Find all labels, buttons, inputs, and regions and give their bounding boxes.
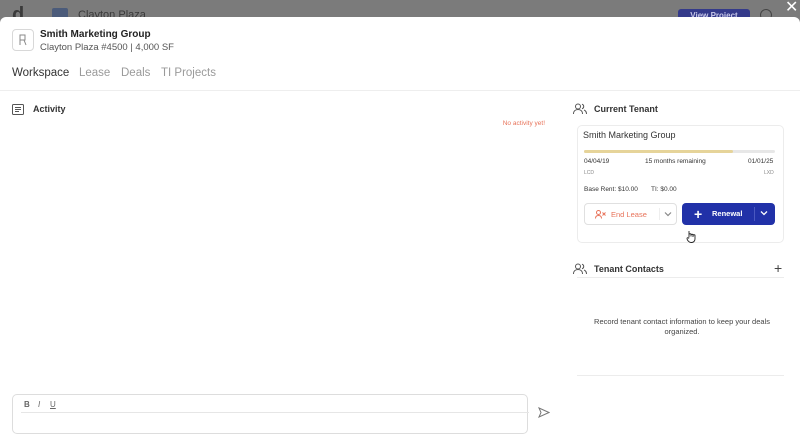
end-lease-divider	[659, 208, 660, 220]
renewal-divider	[754, 207, 755, 221]
underline-button[interactable]: U	[50, 400, 56, 409]
base-rent: Base Rent: $10.00	[584, 186, 638, 193]
add-contact-button[interactable]: +	[774, 261, 782, 275]
tabs-divider	[0, 90, 800, 91]
renewal-label: Renewal	[712, 209, 743, 218]
tab-lease[interactable]: Lease	[79, 67, 110, 79]
contacts-empty-message: Record tenant contact information to kee…	[594, 317, 770, 336]
chevron-down-icon[interactable]	[760, 210, 768, 216]
lcd-label: LCD	[584, 170, 595, 176]
current-tenant-card	[577, 125, 784, 243]
lease-commencement-date: 04/04/19	[584, 158, 610, 165]
ti-amount: TI: $0.00	[651, 186, 677, 193]
users-icon	[573, 103, 587, 115]
contacts-icon	[573, 263, 587, 275]
bold-button[interactable]: B	[24, 400, 30, 409]
contacts-bottom-divider	[577, 375, 784, 376]
activity-title: Activity	[33, 104, 66, 114]
lease-expiration-date: 01/01/25	[748, 158, 774, 165]
activity-editor[interactable]: B I U	[12, 394, 529, 434]
tenant-name-heading: Smith Marketing Group	[40, 29, 151, 40]
end-lease-button[interactable]: End Lease	[584, 203, 677, 225]
italic-button[interactable]: I	[38, 400, 40, 409]
send-icon[interactable]	[538, 407, 550, 418]
tenant-logo-icon	[12, 29, 34, 51]
editor-divider	[21, 412, 529, 413]
chevron-down-icon[interactable]	[664, 211, 672, 217]
lxd-label: LXD	[764, 170, 774, 176]
tenant-contacts-title: Tenant Contacts	[594, 264, 664, 274]
contacts-divider	[577, 277, 784, 278]
tenant-modal: Smith Marketing Group Clayton Plaza #450…	[0, 17, 800, 444]
tenant-unit-subtitle: Clayton Plaza #4500 | 4,000 SF	[40, 42, 174, 53]
end-lease-label: End Lease	[611, 210, 647, 219]
user-remove-icon	[595, 210, 606, 219]
no-activity-message: No activity yet!	[502, 120, 545, 127]
renewal-button[interactable]: + Renewal	[682, 203, 775, 225]
tab-ti-projects[interactable]: TI Projects	[161, 67, 216, 79]
tab-workspace[interactable]: Workspace	[12, 67, 69, 79]
close-icon[interactable]: ✕	[785, 0, 798, 16]
lease-progress-fill	[584, 150, 733, 153]
months-remaining: 15 months remaining	[645, 158, 706, 165]
hand-cursor-icon	[686, 231, 696, 243]
current-tenant-title: Current Tenant	[594, 104, 658, 114]
lease-progress-bar	[584, 150, 775, 153]
tab-deals[interactable]: Deals	[121, 67, 150, 79]
activity-icon	[12, 104, 24, 115]
current-tenant-name: Smith Marketing Group	[583, 130, 676, 140]
plus-icon: +	[694, 206, 703, 222]
